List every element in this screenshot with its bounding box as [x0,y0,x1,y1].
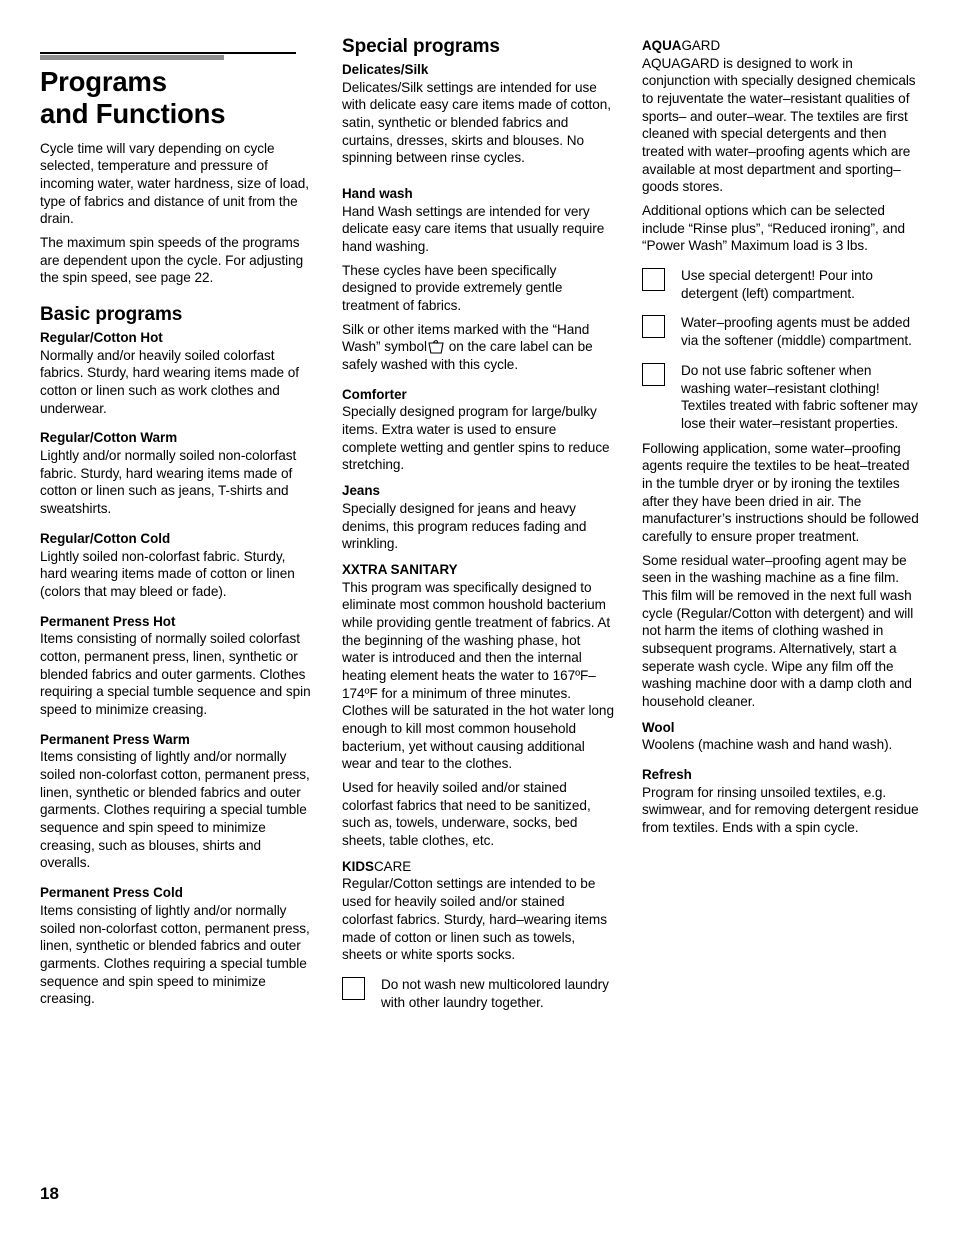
program-body-xxtra-sanitary-2: Used for heavily soiled and/or stained c… [342,780,591,849]
three-column-body: Programs and Functions Cycle time will v… [0,0,954,1160]
intro-paragraph-1: Cycle time will vary depending on cycle … [40,140,310,227]
program-body-aquagard-4: Some residual water–proofing agent may b… [642,552,914,709]
program-body-aquagard-1: AQUAGARD is designed to work in conjunct… [642,55,916,195]
program-body-permanent-press-cold: Items consisting of lightly and/or norma… [40,902,310,1007]
program-body-refresh: Program for rinsing unsoiled textiles, e… [642,784,919,836]
program-heading-kidscare: KIDSCARE [342,859,614,876]
column-three: AQUAGARD AQUAGARD is designed to work in… [642,38,920,837]
program-heading-delicates-silk: Delicates/Silk [342,61,429,77]
program-heading-refresh: Refresh [642,767,692,783]
kidscare-heading-light: CARE [374,858,412,874]
program-body-kidscare: Regular/Cotton settings are intended to … [342,876,607,963]
program-heading-regular-cotton-warm: Regular/Cotton Warm [40,430,178,446]
kidscare-heading-strong: KIDS [342,858,374,874]
section-heading-special-programs: Special programs [342,36,500,57]
program-heading-aquagard: AQUAGARD [642,38,920,55]
note-text: Do not use fabric softener when washing … [681,362,918,431]
program-body-hand-wash-2: These cycles have been specifically desi… [342,262,563,314]
program-heading-comforter: Comforter [342,386,407,402]
program-body-wool: Woolens (machine wash and hand wash). [642,737,893,753]
program-body-permanent-press-warm: Items consisting of lightly and/or norma… [40,749,310,871]
program-heading-permanent-press-hot: Permanent Press Hot [40,613,176,629]
page-number: 18 [40,1184,59,1203]
program-body-comforter: Specially designed program for large/bul… [342,404,610,473]
column-one: Programs and Functions Cycle time will v… [40,66,312,1008]
program-heading-hand-wash: Hand wash [342,185,413,201]
column-two: Special programs Delicates/Silk Delicate… [342,36,614,1011]
program-body-regular-cotton-warm: Lightly and/or normally soiled non-color… [40,448,297,517]
program-body-regular-cotton-cold: Lightly soiled non-colorfast fabric. Stu… [40,548,295,599]
note-checkbox-icon [642,268,665,292]
page-title-line-1: Programs [40,66,167,97]
note-special-detergent: Use special detergent! Pour into deterge… [642,267,920,302]
note-text: Water–proofing agents must be added via … [681,315,912,349]
program-heading-wool: Wool [642,719,675,735]
program-body-jeans: Specially designed for jeans and heavy d… [342,500,587,552]
note-checkbox-icon [342,976,365,1000]
program-heading-permanent-press-cold: Permanent Press Cold [40,885,183,901]
program-body-hand-wash-3: Silk or other items marked with the “Han… [342,321,614,374]
note-text: Use special detergent! Pour into deterge… [681,268,873,301]
note-no-fabric-softener: Do not use fabric softener when washing … [642,362,920,433]
page-title-line-2: and Functions [40,97,226,129]
note-checkbox-icon [642,362,665,386]
program-body-delicates-silk: Delicates/Silk settings are intended for… [342,79,612,166]
hand-wash-care-symbol-icon [428,339,444,354]
program-body-hand-wash-1: Hand Wash settings are intended for very… [342,203,605,254]
page-title: Programs and Functions [40,66,312,130]
program-heading-permanent-press-warm: Permanent Press Warm [40,731,190,747]
note-water-proofing-agents: Water–proofing agents must be added via … [642,314,920,349]
note-checkbox-icon [642,315,665,339]
note-text: Do not wash new multicolored laundry wit… [381,976,609,1010]
program-body-aquagard-2: Additional options which can be selected… [642,203,906,254]
program-body-permanent-press-hot: Items consisting of normally soiled colo… [40,631,311,718]
section-heading-basic-programs: Basic programs [40,304,183,326]
note-multicolored-laundry: Do not wash new multicolored laundry wit… [342,976,614,1011]
program-heading-regular-cotton-hot: Regular/Cotton Hot [40,329,163,345]
program-body-xxtra-sanitary-1: This program was specifically designed t… [342,579,614,772]
aquagard-heading-light: GARD [681,38,721,53]
aquagard-heading-strong: AQUA [642,38,682,53]
program-heading-regular-cotton-cold: Regular/Cotton Cold [40,530,171,546]
program-heading-jeans: Jeans [342,483,380,499]
intro-paragraph-2: The maximum spin speeds of the programs … [40,235,304,286]
manual-page: Programs and Functions Cycle time will v… [0,0,954,1235]
program-heading-xxtra-sanitary: XXTRA SANITARY [342,561,458,577]
program-body-aquagard-3: Following application, some water–proofi… [642,440,919,544]
program-body-regular-cotton-hot: Normally and/or heavily soiled colorfast… [40,347,300,416]
